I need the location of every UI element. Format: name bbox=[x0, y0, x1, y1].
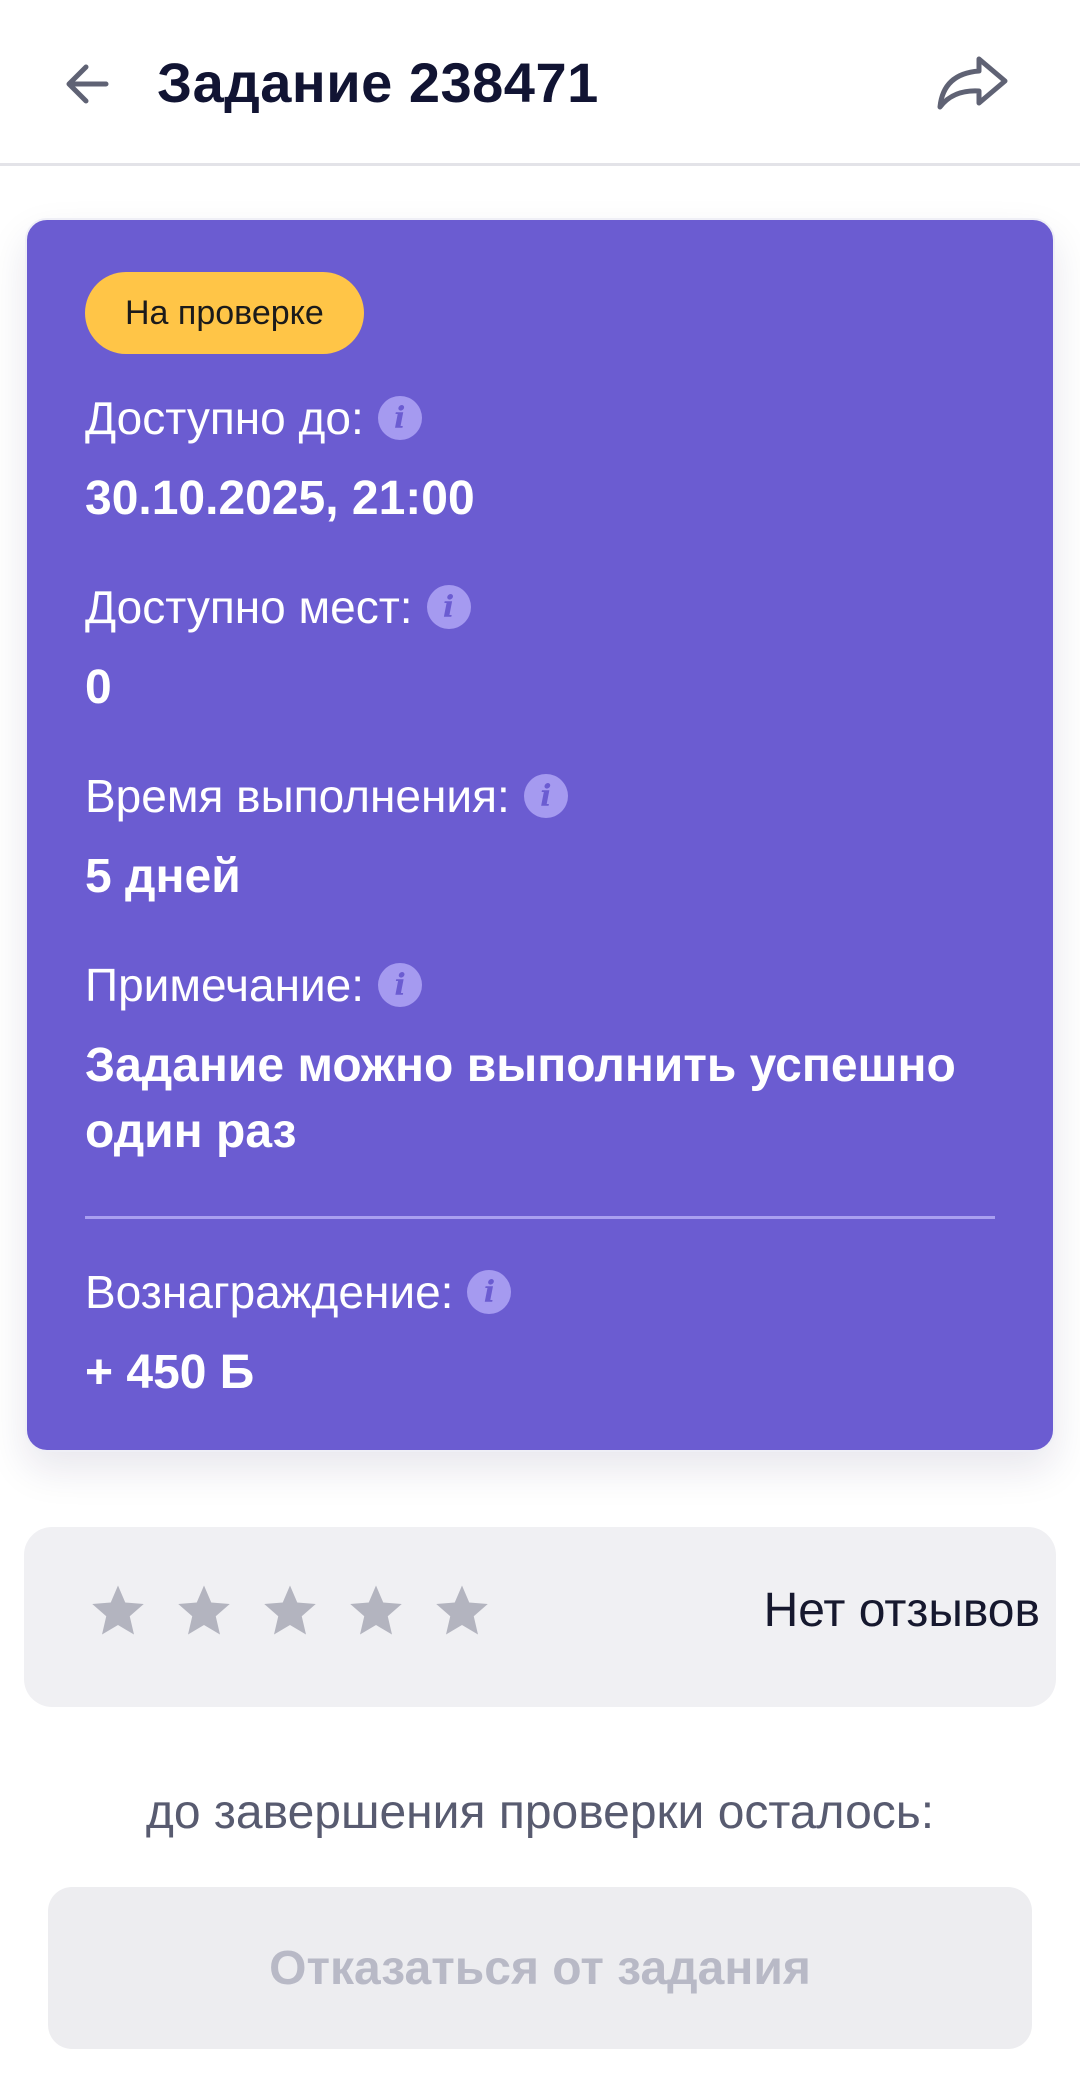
share-button[interactable] bbox=[932, 46, 1014, 122]
task-details-screen: Задание 238471 На проверке Доступно до: … bbox=[0, 0, 1080, 2099]
arrow-left-icon bbox=[66, 64, 109, 104]
available-until-field: Доступно до: i 30.10.2025, 21:00 bbox=[85, 390, 995, 532]
star-icon bbox=[92, 1585, 144, 1635]
info-icon[interactable]: i bbox=[467, 1270, 512, 1314]
available-places-label: Доступно мест: bbox=[85, 581, 413, 633]
star-icon bbox=[436, 1585, 488, 1635]
reward-field: Вознаграждение: i + 450 Б bbox=[85, 1264, 995, 1406]
reward-label: Вознаграждение: bbox=[85, 1266, 454, 1318]
info-icon[interactable]: i bbox=[377, 396, 422, 440]
star-icon bbox=[350, 1585, 402, 1635]
info-icon[interactable]: i bbox=[523, 774, 568, 818]
decline-task-button[interactable]: Отказаться от задания bbox=[48, 1887, 1032, 2049]
note-field: Примечание: i Задание можно выполнить ус… bbox=[85, 957, 995, 1165]
card-divider bbox=[85, 1216, 995, 1219]
completion-time-field: Время выполнения: i 5 дней bbox=[85, 768, 995, 910]
reviews-text: Нет отзывов bbox=[763, 1584, 1040, 1637]
back-button[interactable] bbox=[52, 48, 124, 120]
available-until-value: 30.10.2025, 21:00 bbox=[85, 472, 475, 525]
info-icon[interactable]: i bbox=[426, 585, 471, 629]
completion-time-value: 5 дней bbox=[85, 850, 241, 903]
completion-time-label: Время выполнения: bbox=[85, 770, 510, 822]
rating-stars bbox=[88, 1581, 492, 1641]
page-title: Задание 238471 bbox=[157, 51, 599, 114]
share-icon bbox=[937, 56, 1008, 110]
reward-value: + 450 Б bbox=[85, 1346, 255, 1399]
rating-panel: Нет отзывов bbox=[24, 1527, 1056, 1707]
review-countdown-text: до завершения проверки осталось: bbox=[145, 1786, 935, 1839]
available-places-field: Доступно мест: i 0 bbox=[85, 579, 995, 721]
note-label: Примечание: bbox=[85, 959, 365, 1011]
star-icon bbox=[178, 1585, 230, 1635]
app-header: Задание 238471 bbox=[0, 0, 1080, 166]
info-icon[interactable]: i bbox=[378, 963, 423, 1007]
available-places-value: 0 bbox=[85, 661, 112, 714]
task-info-card: На проверке Доступно до: i 30.10.2025, 2… bbox=[25, 218, 1055, 1452]
note-value: Задание можно выполнить успешно один раз bbox=[85, 1039, 956, 1158]
available-until-label: Доступно до: bbox=[85, 392, 364, 444]
star-icon bbox=[264, 1585, 316, 1635]
status-badge: На проверке bbox=[85, 272, 364, 354]
